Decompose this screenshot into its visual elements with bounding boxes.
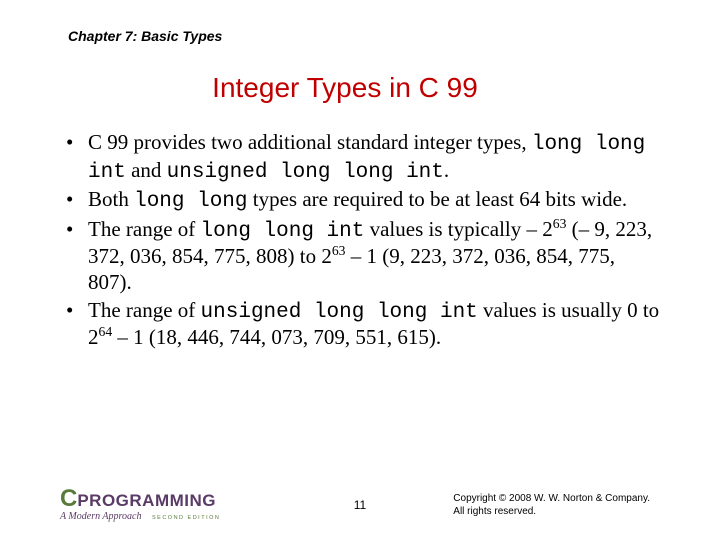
bullet-text: C 99 provides two additional standard in… xyxy=(88,130,660,185)
bullet-item: •Both long long types are required to be… xyxy=(66,187,660,215)
footer: C PROGRAMMING A Modern Approach SECOND E… xyxy=(0,478,720,522)
copyright: Copyright © 2008 W. W. Norton & Company.… xyxy=(453,493,650,518)
bullet-text: Both long long types are required to be … xyxy=(88,187,660,215)
bullet-item: •The range of long long int values is ty… xyxy=(66,217,660,296)
logo-subtitle: A Modern Approach SECOND EDITION xyxy=(60,511,220,522)
bullet-item: •C 99 provides two additional standard i… xyxy=(66,130,660,185)
bullet-text: The range of long long int values is typ… xyxy=(88,217,660,296)
bullet-item: •The range of unsigned long long int val… xyxy=(66,298,660,351)
slide-title: Integer Types in C 99 xyxy=(30,72,660,104)
bullet-marker: • xyxy=(66,187,88,215)
slide-body: •C 99 provides two additional standard i… xyxy=(66,130,660,351)
bullet-text: The range of unsigned long long int valu… xyxy=(88,298,660,351)
bullet-marker: • xyxy=(66,130,88,185)
chapter-label: Chapter 7: Basic Types xyxy=(68,28,660,44)
bullet-marker: • xyxy=(66,298,88,351)
bullet-marker: • xyxy=(66,217,88,296)
